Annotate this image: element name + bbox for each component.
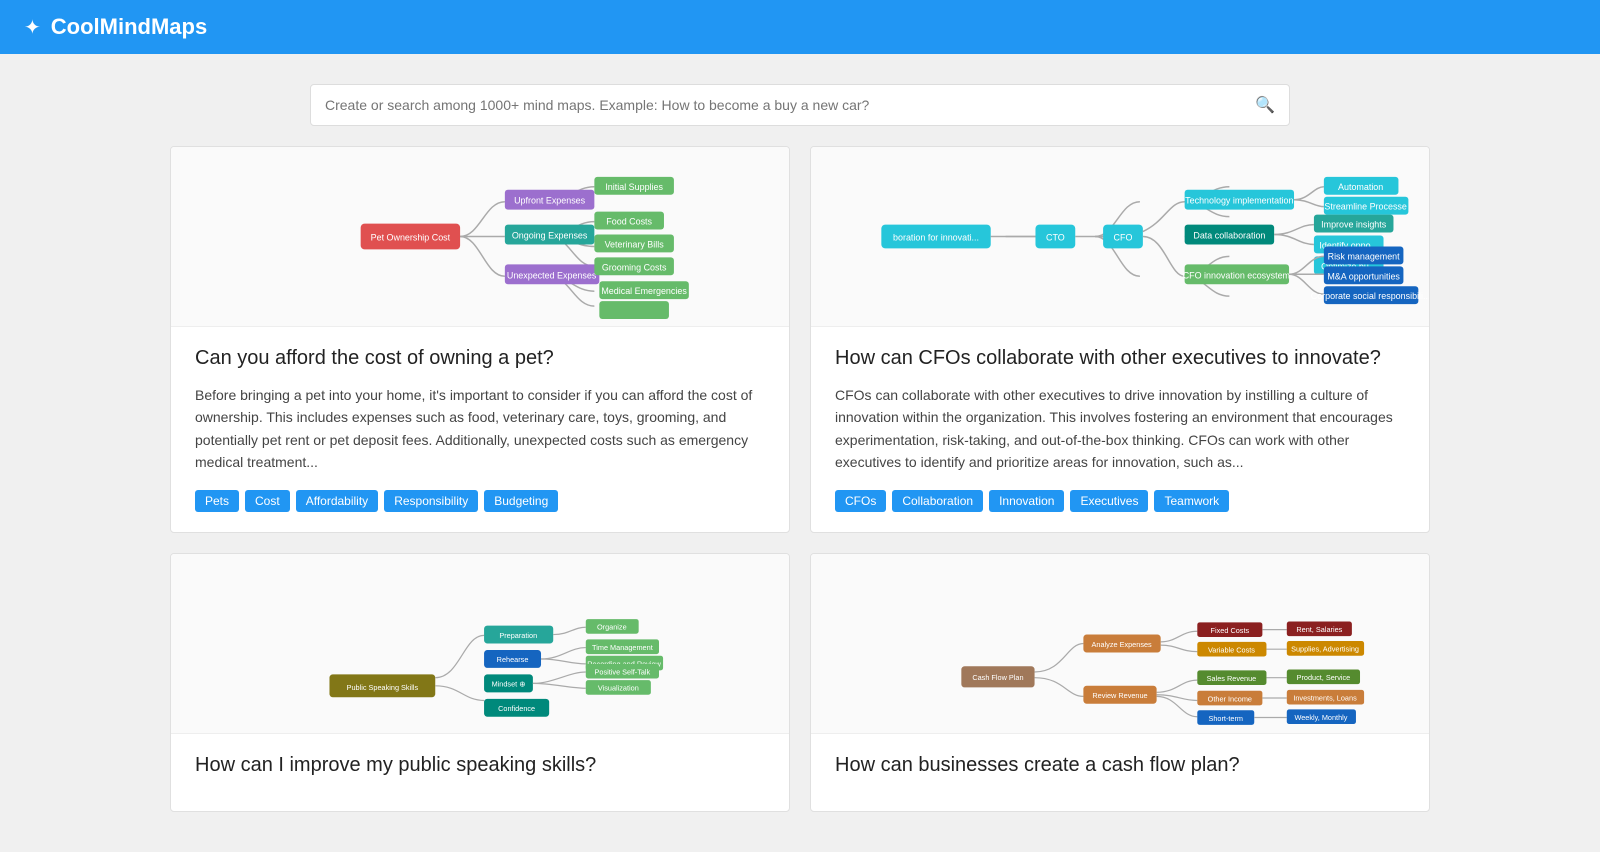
svg-text:Unexpected Expenses: Unexpected Expenses: [507, 270, 597, 280]
svg-text:Rehearse: Rehearse: [497, 655, 529, 664]
tag-pets[interactable]: Pets: [195, 490, 239, 512]
card-cfo-diagram: boration for innovati... CTO CFO Technol…: [811, 147, 1429, 327]
svg-text:Veterinary Bills: Veterinary Bills: [605, 239, 665, 249]
card-speaking: Public Speaking Skills Preparation Rehea…: [170, 553, 790, 812]
svg-text:Corporate social responsibili.: Corporate social responsibili...: [1311, 291, 1429, 301]
svg-text:Grooming Costs: Grooming Costs: [602, 262, 667, 272]
tag-budgeting[interactable]: Budgeting: [484, 490, 558, 512]
tag-executives[interactable]: Executives: [1070, 490, 1148, 512]
cards-grid: Pet Ownership Cost Upfront Expenses Ongo…: [150, 146, 1450, 852]
cashflow-mindmap-svg: Cash Flow Plan Analyze Expenses Review R…: [811, 554, 1429, 733]
svg-text:Streamline Processe: Streamline Processe: [1324, 202, 1406, 212]
svg-text:Visualization: Visualization: [598, 683, 639, 692]
svg-text:Preparation: Preparation: [499, 630, 537, 639]
svg-text:Public Speaking Skills: Public Speaking Skills: [347, 682, 419, 691]
svg-text:Mindset ⊕: Mindset ⊕: [492, 679, 526, 688]
card-cfo-content: How can CFOs collaborate with other exec…: [811, 327, 1429, 532]
tag-affordability[interactable]: Affordability: [296, 490, 378, 512]
svg-text:CTO: CTO: [1046, 232, 1065, 242]
svg-text:Rent, Salaries: Rent, Salaries: [1296, 625, 1342, 634]
svg-text:boration for innovati...: boration for innovati...: [893, 232, 979, 242]
search-icon: 🔍: [1255, 95, 1275, 115]
svg-text:Other Income: Other Income: [1208, 694, 1252, 703]
svg-text:CFO innovation ecosystem: CFO innovation ecosystem: [1183, 270, 1290, 280]
svg-text:Supplies, Advertising: Supplies, Advertising: [1291, 644, 1359, 653]
card-cfo-tags: CFOs Collaboration Innovation Executives…: [835, 490, 1405, 512]
svg-text:Cash Flow Plan: Cash Flow Plan: [972, 673, 1023, 682]
card-cashflow: Cash Flow Plan Analyze Expenses Review R…: [810, 553, 1430, 812]
svg-text:Ongoing Expenses: Ongoing Expenses: [512, 230, 588, 240]
card-pets-diagram: Pet Ownership Cost Upfront Expenses Ongo…: [171, 147, 789, 327]
svg-text:Review Revenue: Review Revenue: [1092, 691, 1147, 700]
card-speaking-title: How can I improve my public speaking ski…: [195, 754, 765, 777]
tag-cost[interactable]: Cost: [245, 490, 290, 512]
svg-text:Upfront Expenses: Upfront Expenses: [514, 196, 586, 206]
tag-innovation[interactable]: Innovation: [989, 490, 1064, 512]
card-cashflow-diagram: Cash Flow Plan Analyze Expenses Review R…: [811, 554, 1429, 734]
tag-collaboration[interactable]: Collaboration: [892, 490, 983, 512]
card-pets-tags: Pets Cost Affordability Responsibility B…: [195, 490, 765, 512]
svg-text:Product, Service: Product, Service: [1297, 673, 1351, 682]
svg-text:CFO: CFO: [1114, 232, 1133, 242]
card-pets-title: Can you afford the cost of owning a pet?: [195, 347, 765, 370]
card-cfo-title: How can CFOs collaborate with other exec…: [835, 347, 1405, 370]
tag-responsibility[interactable]: Responsibility: [384, 490, 478, 512]
card-speaking-diagram: Public Speaking Skills Preparation Rehea…: [171, 554, 789, 734]
svg-text:Fixed Costs: Fixed Costs: [1211, 625, 1250, 634]
card-speaking-content: How can I improve my public speaking ski…: [171, 734, 789, 811]
app-title: CoolMindMaps: [51, 14, 207, 40]
svg-text:Medical Emergencies: Medical Emergencies: [601, 286, 687, 296]
svg-text:Automation: Automation: [1338, 182, 1383, 192]
svg-text:Sales Revenue: Sales Revenue: [1207, 673, 1257, 682]
svg-text:Pet Ownership Cost: Pet Ownership Cost: [371, 232, 451, 242]
card-pets: Pet Ownership Cost Upfront Expenses Ongo…: [170, 146, 790, 533]
logo-icon: ✦: [24, 15, 41, 40]
header: ✦ CoolMindMaps: [0, 0, 1600, 54]
svg-text:Short-term: Short-term: [1208, 713, 1243, 722]
tag-teamwork[interactable]: Teamwork: [1154, 490, 1229, 512]
speaking-mindmap-svg: Public Speaking Skills Preparation Rehea…: [171, 554, 789, 733]
search-container: 🔍: [0, 54, 1600, 146]
svg-text:Food Costs: Food Costs: [606, 217, 652, 227]
svg-text:Time Management: Time Management: [592, 643, 653, 652]
svg-text:Risk management: Risk management: [1328, 251, 1401, 261]
search-input[interactable]: [325, 97, 1255, 113]
svg-text:Organize: Organize: [597, 622, 627, 631]
card-cfo-description: CFOs can collaborate with other executiv…: [835, 384, 1405, 474]
svg-text:Analyze Expenses: Analyze Expenses: [1092, 639, 1153, 648]
tag-cfos[interactable]: CFOs: [835, 490, 886, 512]
card-cfo: boration for innovati... CTO CFO Technol…: [810, 146, 1430, 533]
pets-mindmap-svg: Pet Ownership Cost Upfront Expenses Ongo…: [171, 147, 789, 326]
svg-text:Investments, Loans: Investments, Loans: [1293, 693, 1357, 702]
svg-text:Improve insights: Improve insights: [1321, 220, 1387, 230]
svg-text:Confidence: Confidence: [498, 704, 535, 713]
svg-text:Technology implementation: Technology implementation: [1185, 196, 1293, 206]
card-cashflow-title: How can businesses create a cash flow pl…: [835, 754, 1405, 777]
svg-text:Initial Supplies: Initial Supplies: [605, 182, 663, 192]
cfo-mindmap-svg: boration for innovati... CTO CFO Technol…: [811, 147, 1429, 326]
svg-text:Data collaboration: Data collaboration: [1193, 230, 1265, 240]
svg-text:Positive Self-Talk: Positive Self-Talk: [595, 667, 651, 676]
svg-text:Weekly, Monthly: Weekly, Monthly: [1294, 713, 1347, 722]
svg-text:M&A opportunities: M&A opportunities: [1327, 271, 1400, 281]
card-pets-content: Can you afford the cost of owning a pet?…: [171, 327, 789, 532]
svg-text:Variable Costs: Variable Costs: [1208, 645, 1255, 654]
card-pets-description: Before bringing a pet into your home, it…: [195, 384, 765, 474]
card-cashflow-content: How can businesses create a cash flow pl…: [811, 734, 1429, 811]
search-bar: 🔍: [310, 84, 1290, 126]
